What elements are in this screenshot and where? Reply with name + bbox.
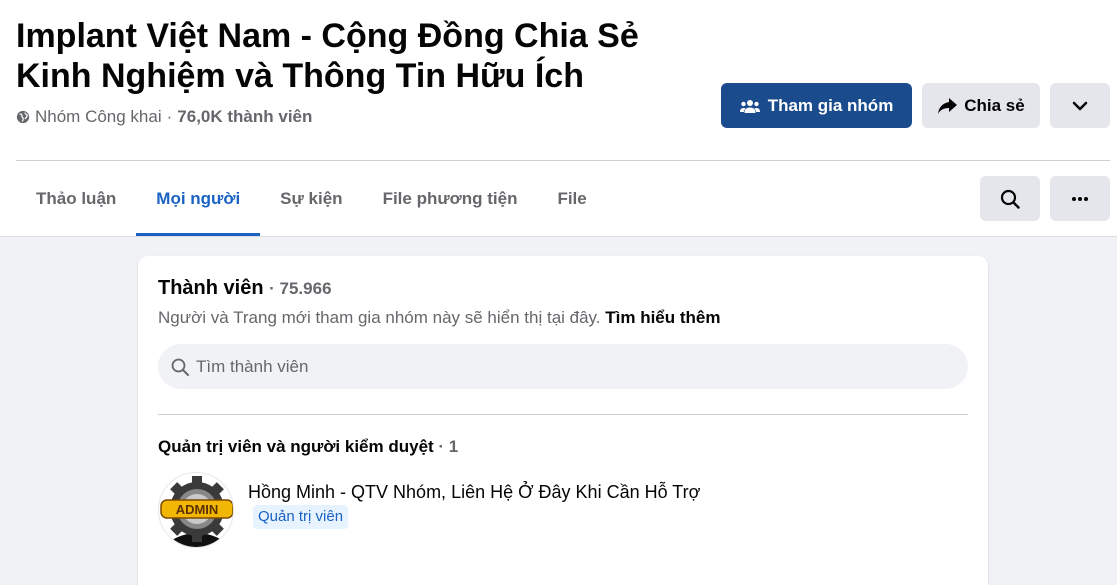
share-button[interactable]: Chia sẻ bbox=[922, 83, 1040, 128]
group-meta: Nhóm Công khai · 76,0K thành viên bbox=[16, 106, 312, 128]
members-subtitle-text: Người và Trang mới tham gia nhóm này sẽ … bbox=[158, 308, 601, 327]
admin-list-item: ADMIN Hồng Minh - QTV Nhóm, Liên Hệ Ở Đâ… bbox=[158, 472, 968, 552]
learn-more-link[interactable]: Tìm hiểu thêm bbox=[605, 308, 720, 327]
admin-gear-logo: ADMIN bbox=[159, 473, 233, 547]
members-total-count: · 75.966 bbox=[269, 279, 332, 298]
card-divider bbox=[158, 414, 968, 415]
join-group-label: Tham gia nhóm bbox=[767, 95, 894, 115]
group-header: Implant Việt Nam - Cộng Đồng Chia Sẻ Kin… bbox=[0, 0, 1117, 236]
admin-role-badge: Quản trị viên bbox=[253, 505, 349, 529]
people-icon bbox=[739, 99, 760, 113]
join-group-button[interactable]: Tham gia nhóm bbox=[721, 83, 912, 128]
search-group-button[interactable] bbox=[980, 176, 1040, 221]
tab-discussion[interactable]: Thảo luận bbox=[16, 162, 136, 236]
members-card-title: Thành viên · 75.966 bbox=[158, 276, 332, 301]
more-actions-button[interactable] bbox=[1050, 176, 1110, 221]
search-icon bbox=[171, 358, 189, 376]
meta-separator: · bbox=[166, 107, 173, 126]
member-search-input[interactable] bbox=[196, 356, 956, 377]
admins-section-label: Quản trị viên và người kiểm duyệt bbox=[158, 437, 434, 456]
avatar[interactable]: ADMIN bbox=[158, 472, 234, 548]
chevron-down-icon bbox=[1072, 101, 1088, 110]
group-tabs: Thảo luận Mọi người Sự kiện File phương … bbox=[16, 162, 607, 236]
more-options-button[interactable] bbox=[1050, 83, 1110, 128]
member-count[interactable]: 76,0K thành viên bbox=[177, 106, 312, 128]
tab-files[interactable]: File bbox=[537, 162, 606, 236]
share-label: Chia sẻ bbox=[964, 95, 1025, 115]
members-card: Thành viên · 75.966 Người và Trang mới t… bbox=[138, 256, 988, 585]
members-title: Thành viên bbox=[158, 277, 264, 299]
admins-section-count: · 1 bbox=[438, 437, 459, 456]
group-title: Implant Việt Nam - Cộng Đồng Chia Sẻ Kin… bbox=[16, 17, 639, 95]
search-icon bbox=[1000, 189, 1020, 209]
avatar-logo-text: ADMIN bbox=[176, 502, 219, 517]
tab-people[interactable]: Mọi người bbox=[136, 162, 261, 236]
privacy-label: Nhóm Công khai bbox=[35, 107, 162, 126]
more-dots-icon bbox=[1072, 196, 1088, 201]
member-search-box[interactable] bbox=[158, 344, 968, 389]
share-arrow-icon bbox=[938, 97, 958, 114]
globe-icon bbox=[16, 110, 30, 124]
tab-media[interactable]: File phương tiện bbox=[363, 162, 538, 236]
members-card-subtitle: Người và Trang mới tham gia nhóm này sẽ … bbox=[158, 307, 720, 329]
admins-section-title: Quản trị viên và người kiểm duyệt · 1 bbox=[158, 436, 458, 458]
admin-name[interactable]: Hồng Minh - QTV Nhóm, Liên Hệ Ở Đây Khi … bbox=[248, 481, 700, 503]
header-shadow bbox=[0, 236, 1117, 237]
header-divider bbox=[16, 160, 1110, 161]
tab-events[interactable]: Sự kiện bbox=[260, 162, 362, 236]
